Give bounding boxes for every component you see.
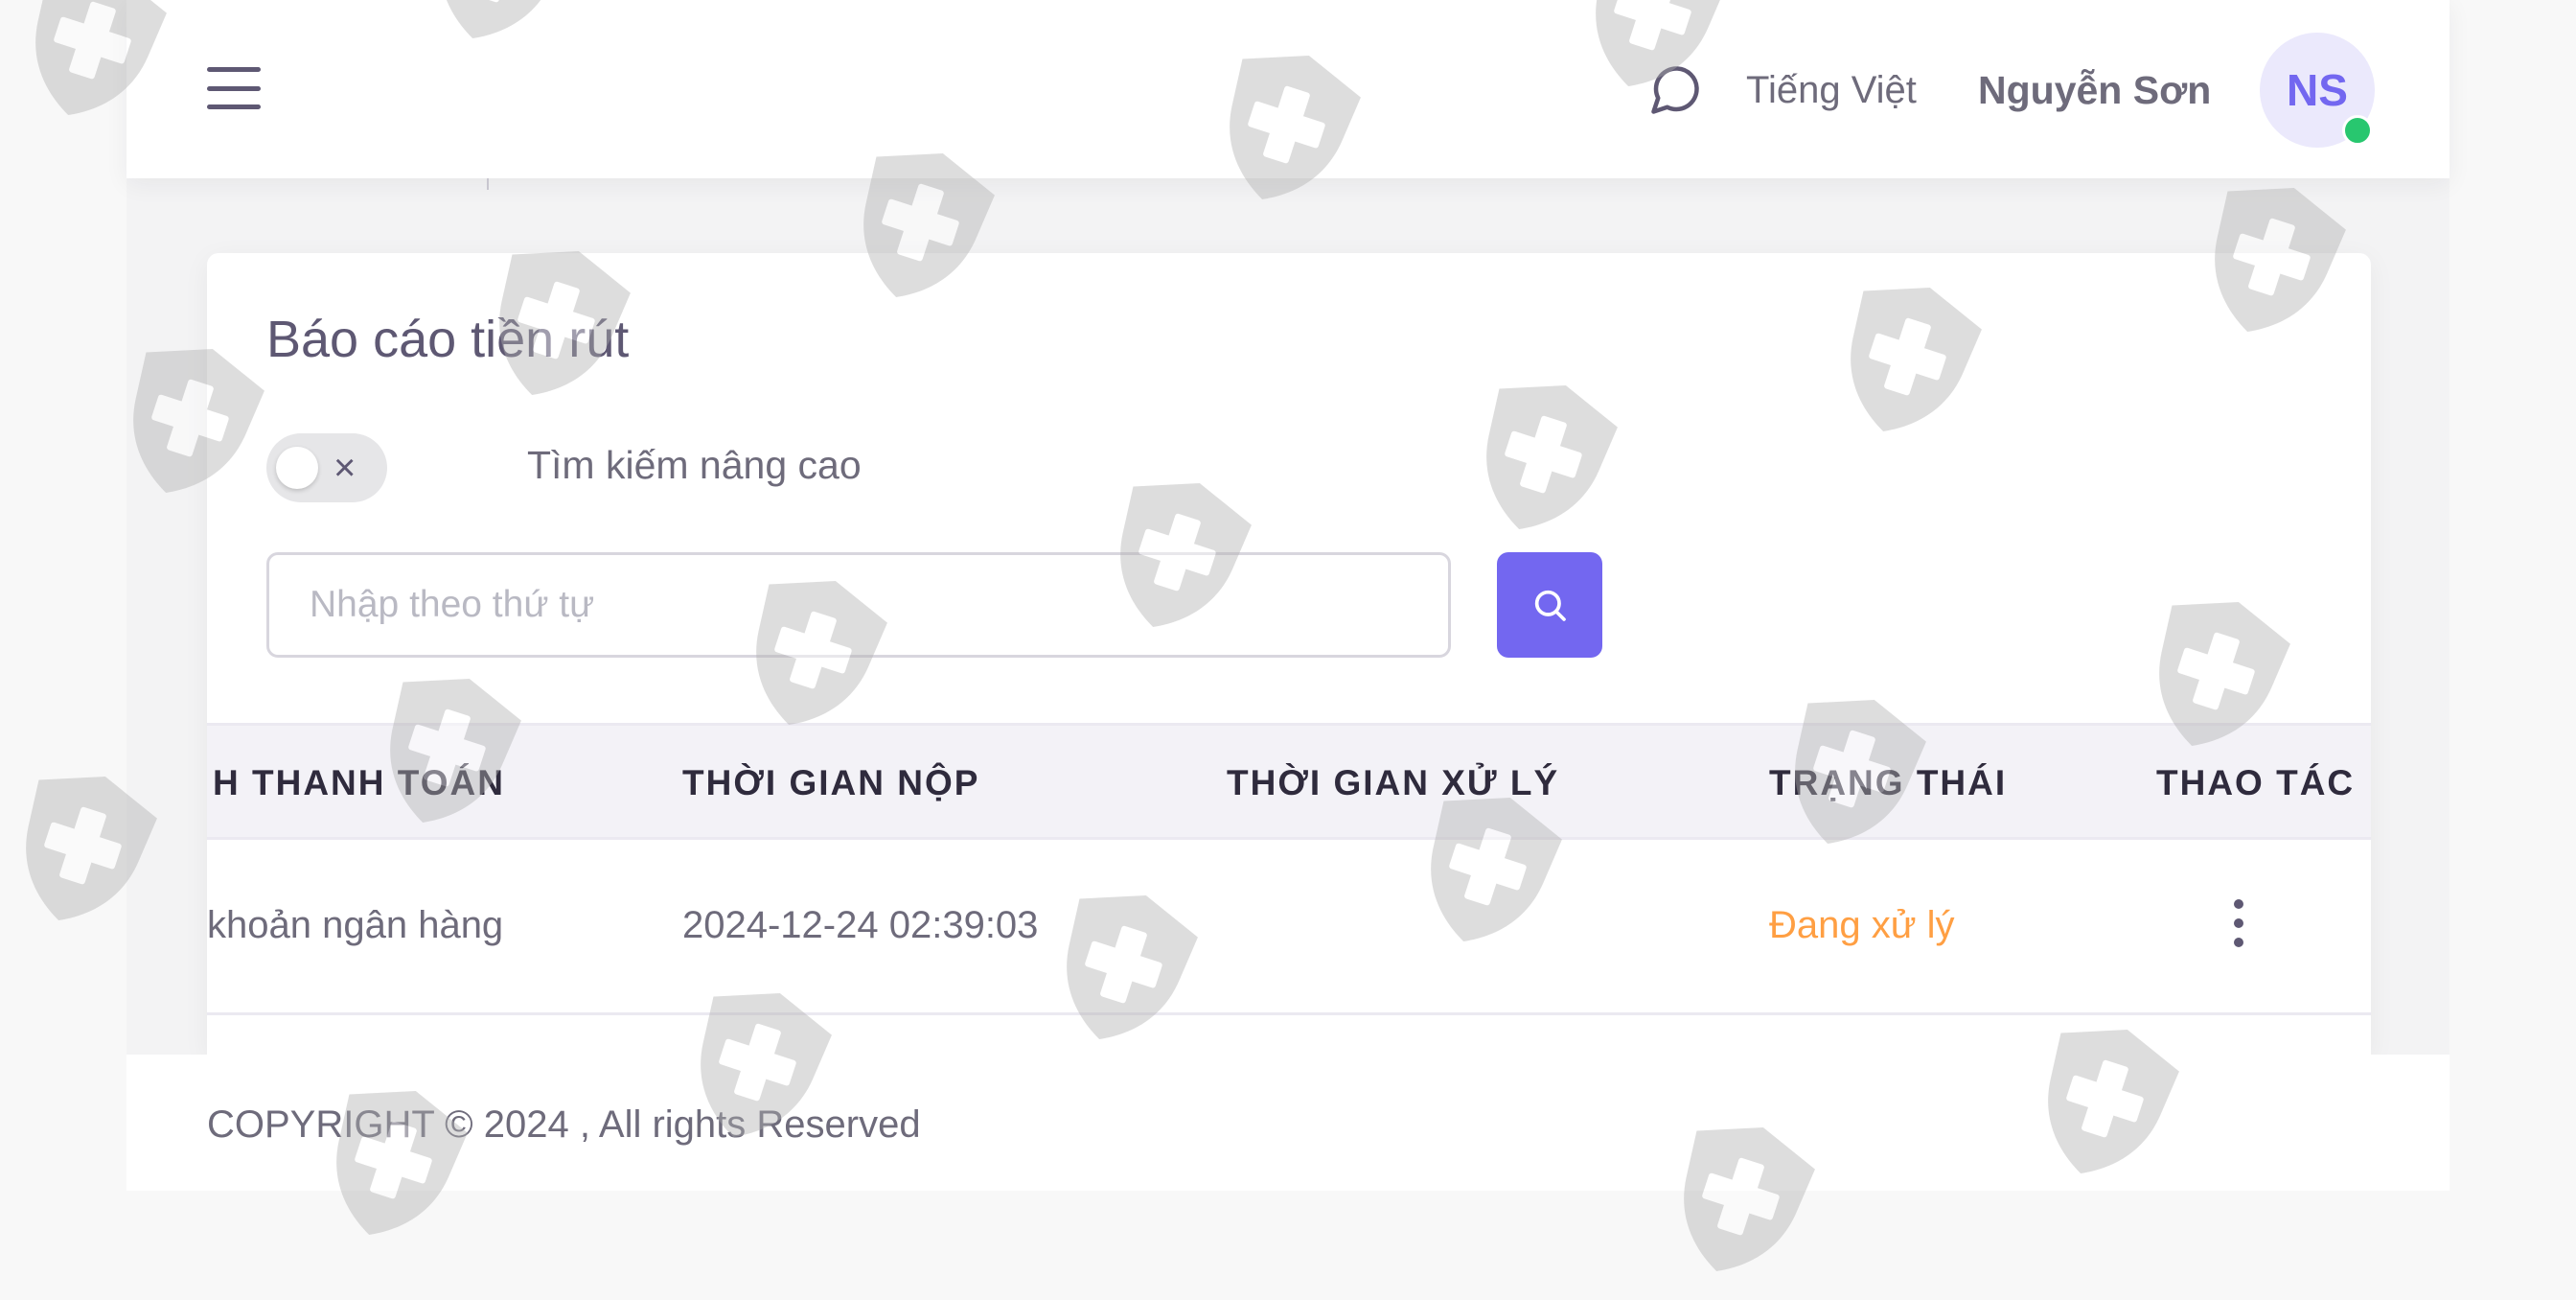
close-icon: × xyxy=(334,447,356,489)
table-row xyxy=(207,1018,2371,1055)
user-name[interactable]: Nguyễn Sơn xyxy=(1978,67,2211,113)
withdrawal-report-card: Báo cáo tiền rút × Tìm kiếm nâng cao H T… xyxy=(207,253,2371,1055)
page: Tiếng Việt Nguyễn Sơn NS Báo cáo tiền rú… xyxy=(126,0,2450,1191)
cell-submitted-time: 2024-12-24 02:39:03 xyxy=(682,904,1039,946)
avatar-initials: NS xyxy=(2287,65,2348,115)
language-selector[interactable]: Tiếng Việt xyxy=(1746,67,1917,113)
column-payment-method: H THANH TOÁN xyxy=(213,763,505,802)
breadcrumb-divider xyxy=(487,178,489,190)
menu-icon[interactable] xyxy=(207,67,261,109)
table-header: H THANH TOÁN THỜI GIAN NỘP THỜI GIAN XỬ … xyxy=(207,723,2371,840)
online-status-dot xyxy=(2342,115,2373,146)
status-badge: Đang xử lý xyxy=(1769,904,1955,946)
footer: COPYRIGHT © 2024 , All rights Reserved xyxy=(126,1055,2450,1191)
top-navbar: Tiếng Việt Nguyễn Sơn NS xyxy=(126,0,2450,178)
toggle-knob xyxy=(276,447,318,489)
search-icon xyxy=(1534,590,1566,621)
search-input[interactable] xyxy=(266,552,1451,658)
advanced-search-toggle[interactable]: × xyxy=(266,433,387,502)
more-actions-icon[interactable] xyxy=(2231,899,2246,947)
chat-icon[interactable] xyxy=(1646,61,1704,119)
advanced-search-label: Tìm kiếm nâng cao xyxy=(527,443,862,487)
column-processed-time: THỜI GIAN XỬ LÝ xyxy=(1227,763,1560,802)
page-title: Báo cáo tiền rút xyxy=(266,311,630,368)
copyright-text: COPYRIGHT © 2024 , All rights Reserved xyxy=(207,1103,921,1146)
column-status: TRẠNG THÁI xyxy=(1769,763,2008,802)
cell-payment-method: khoản ngân hàng xyxy=(207,904,504,946)
column-actions: THAO TÁC xyxy=(2156,763,2356,802)
avatar[interactable]: NS xyxy=(2260,33,2375,148)
table-row: khoản ngân hàng 2024-12-24 02:39:03 Đang… xyxy=(207,840,2371,1015)
column-submitted-time: THỜI GIAN NỘP xyxy=(682,763,980,802)
search-button[interactable] xyxy=(1497,552,1602,658)
